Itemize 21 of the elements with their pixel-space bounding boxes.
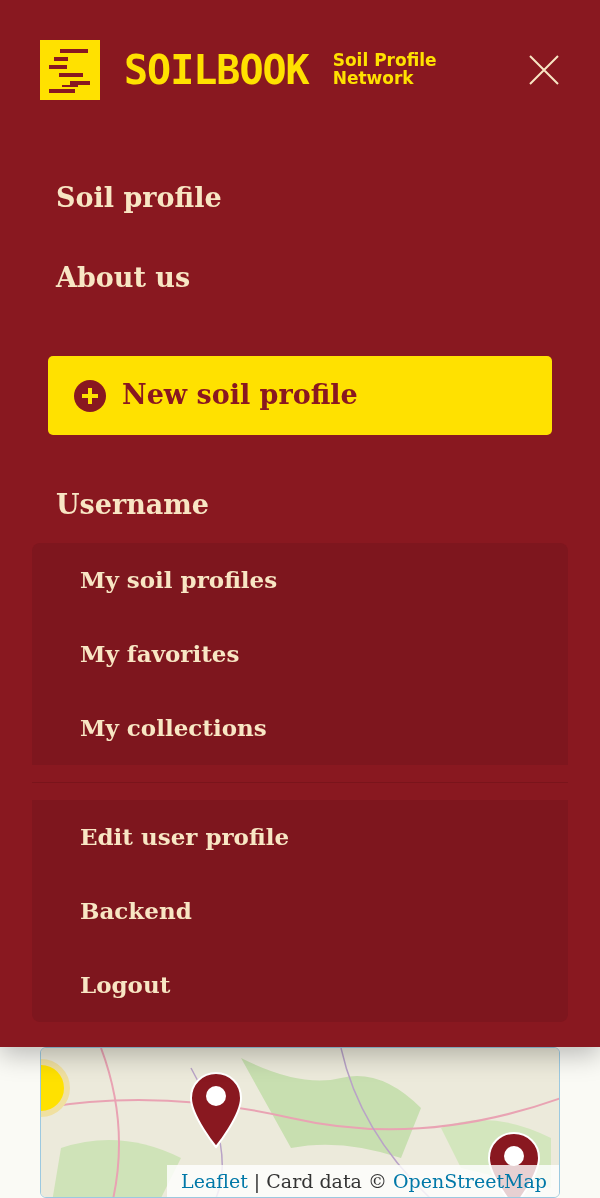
attribution-link[interactable]: Leaflet [181,1169,248,1192]
submenu-link[interactable]: My collections [32,691,568,765]
new-profile-button[interactable]: New soil profile [48,356,552,435]
map[interactable]: Leaflet | Card data © OpenStreetMap [40,1047,560,1198]
nav-link[interactable]: Soil profile [32,184,246,211]
brand-tagline: Soil Profile Network [332,52,437,88]
nav-link[interactable]: About us [32,264,215,291]
submenu-link[interactable]: Backend [32,874,568,948]
submenu-link[interactable]: My soil profiles [32,543,568,617]
submenu-link[interactable]: My favorites [32,617,568,691]
submenu-link[interactable]: Logout [32,948,568,1022]
logo-icon[interactable] [40,40,100,100]
attribution-text: | Card data © [253,1169,387,1192]
close-button[interactable] [528,54,560,86]
username-label[interactable]: Username [32,491,568,518]
attribution-link[interactable]: OpenStreetMap [392,1169,547,1192]
brand-name[interactable]: SOILBOOK [124,50,309,90]
plus-circle-icon [74,379,106,412]
close-icon [528,54,560,86]
map-pin-icon[interactable] [189,1071,243,1149]
submenu-link[interactable]: Edit user profile [32,800,568,874]
